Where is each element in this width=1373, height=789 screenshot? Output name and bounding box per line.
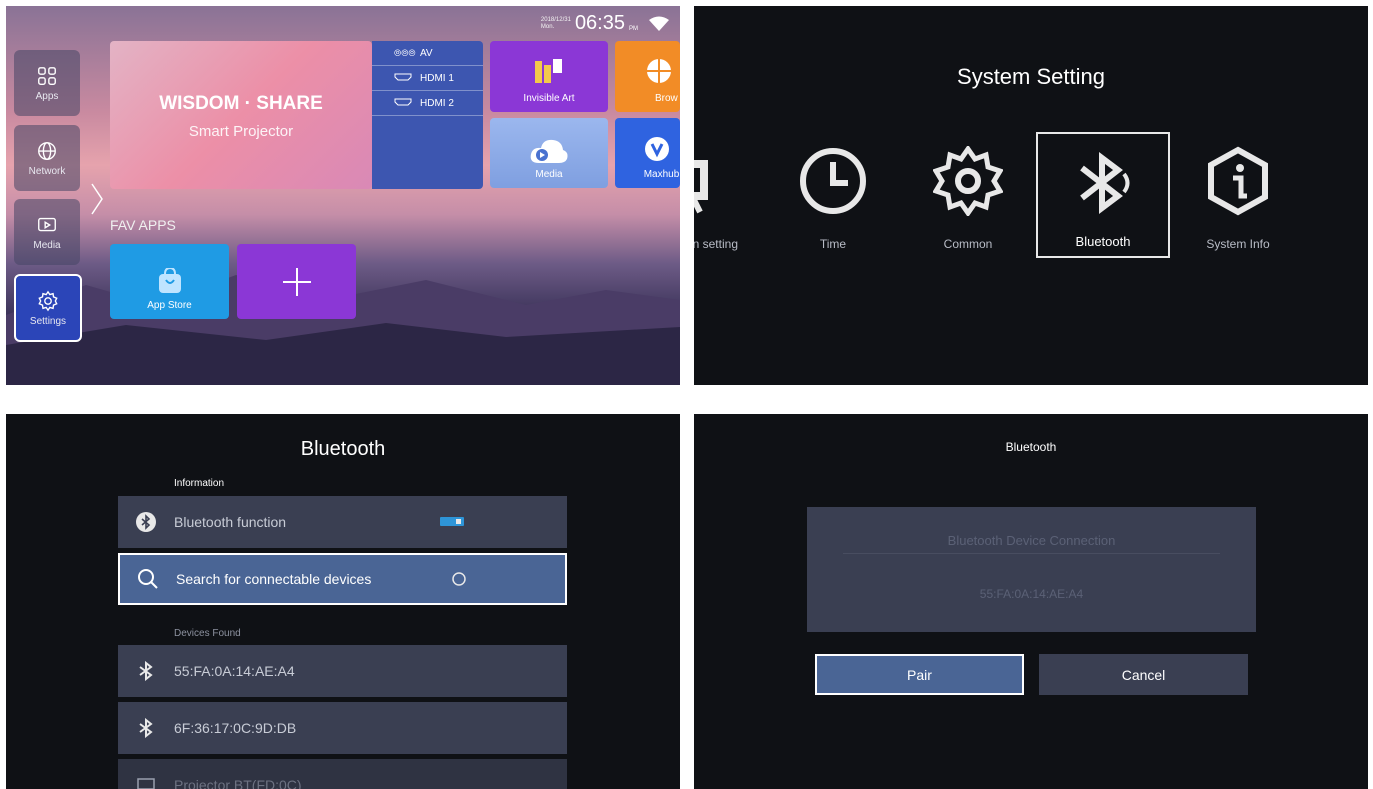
source-hdmi2[interactable]: HDMI 2 [372,91,483,116]
chevron-right-icon[interactable] [90,182,104,216]
maxhub-tile[interactable]: Maxhub [615,118,680,188]
sidebar-settings-button[interactable]: Settings [14,274,82,342]
bluetooth-setting-label: Bluetooth [1075,234,1131,249]
dialog-divider [843,553,1220,554]
device-connection-dialog: Bluetooth Device Connection 55:FA:0A:14:… [807,507,1256,632]
maxhub-label: Maxhub [643,169,680,180]
projection-setting-label: on setting [694,237,738,251]
common-setting-item[interactable]: Common [901,132,1035,258]
projector-icon [137,778,155,789]
clock-time: 06:35 [574,12,625,34]
loading-spinner-icon [452,572,466,586]
source-av[interactable]: ⦾⦾⦾ AV [372,41,483,66]
status-bar: 2018/12/31 Mon. 06:35 PM [541,12,670,35]
media-tile[interactable]: Media [490,118,608,188]
maxhub-icon [644,137,669,161]
sidebar-apps-button[interactable]: Apps [14,50,80,116]
source-hdmi1-label: HDMI 1 [420,72,454,84]
cloud-play-icon [530,139,568,163]
clock-ampm: PM [629,25,638,32]
sidebar-apps-label: Apps [35,90,59,102]
gear-icon [933,146,1003,216]
device-address: 55:FA:0A:14:AE:A4 [174,663,295,679]
date-text: 2018/12/31 [540,16,571,23]
globe-icon [38,141,56,160]
source-hdmi1[interactable]: HDMI 1 [372,66,483,91]
bluetooth-title: Bluetooth [300,438,386,460]
bluetooth-dialog-title: Bluetooth [1005,440,1057,454]
media-play-icon [38,217,56,231]
browser-label: Brow [655,93,678,104]
weekday-text: Mon. [540,23,555,30]
plus-icon [282,267,311,296]
sidebar-media-label: Media [33,239,61,251]
home-screen-panel: 2018/12/31 Mon. 06:35 PM Apps Network Me… [6,6,680,385]
browser-tile[interactable]: Brow [615,41,680,112]
bluetooth-icon [139,718,153,738]
info-icon [1208,146,1268,216]
pair-button[interactable]: Pair [815,654,1024,695]
sidebar-settings-label: Settings [29,315,67,327]
device-row[interactable]: 6F:36:17:0C:9D:DB [118,702,567,754]
bluetooth-list-panel: Bluetooth Information Bluetooth function… [6,414,680,789]
bluetooth-function-label: Bluetooth function [174,514,287,530]
system-info-label: System Info [1206,237,1270,251]
bluetooth-setting-item[interactable]: Bluetooth [1036,132,1170,258]
wifi-icon [649,16,669,31]
search-icon [138,569,158,589]
app-store-tile[interactable]: App Store [110,244,229,319]
invisible-art-label: Invisible Art [523,93,575,104]
search-devices-label: Search for connectable devices [176,571,372,587]
hero-title: WISDOM · SHARE [159,93,323,114]
projection-icon [694,160,708,214]
system-setting-panel: System Setting on setting Time Common Bl… [694,6,1368,385]
common-setting-label: Common [943,237,993,251]
system-info-item[interactable]: System Info [1171,132,1305,258]
time-setting-item[interactable]: Time [766,132,900,258]
clock-icon [800,148,866,214]
cancel-button[interactable]: Cancel [1039,654,1248,695]
av-ports-icon: ⦾⦾⦾ [394,47,416,58]
hdmi-icon [394,73,420,83]
hero-subtitle: Smart Projector [188,123,294,140]
media-tile-label: Media [535,169,563,180]
device-row[interactable]: 55:FA:0A:14:AE:A4 [118,645,567,697]
bluetooth-icon [139,661,153,681]
hero-banner[interactable]: WISDOM · SHARE Smart Projector [110,41,372,189]
sidebar-network-button[interactable]: Network [14,125,80,191]
devices-found-label: Devices Found [174,628,241,639]
shopping-bag-icon [158,268,181,293]
hdmi-icon [394,98,420,108]
sidebar-network-label: Network [28,165,66,177]
dialog-header: Bluetooth Device Connection [947,533,1116,548]
time-setting-label: Time [819,237,847,251]
date-display: 2018/12/31 Mon. [541,17,571,31]
device-address: Projector BT(FD:0C) [174,777,302,789]
input-sources-list: ⦾⦾⦾ AV HDMI 1 HDMI 2 [372,41,483,189]
invisible-art-tile[interactable]: Invisible Art [490,41,608,112]
sidebar-media-button[interactable]: Media [14,199,80,265]
add-app-button[interactable] [237,244,356,319]
bluetooth-icon [1080,152,1130,214]
fav-apps-heading: FAV APPS [110,217,176,233]
source-av-label: AV [420,47,433,59]
apps-grid-icon [38,66,56,85]
information-section-label: Information [174,478,225,489]
bluetooth-toggle[interactable] [440,517,464,526]
browser-icon [647,59,671,83]
source-hdmi2-label: HDMI 2 [420,97,454,109]
dialog-device-address: 55:FA:0A:14:AE:A4 [979,587,1084,601]
bluetooth-function-row[interactable]: Bluetooth function [118,496,567,548]
device-row[interactable]: Projector BT(FD:0C) [118,759,567,789]
invisible-art-icon [535,59,562,83]
bluetooth-pair-panel: Bluetooth Bluetooth Device Connection 55… [694,414,1368,789]
search-devices-row[interactable]: Search for connectable devices [118,553,567,605]
system-setting-title: System Setting [957,64,1105,89]
projection-setting-item[interactable]: on setting [694,132,768,258]
bluetooth-circle-icon [136,512,156,532]
device-address: 6F:36:17:0C:9D:DB [174,720,297,736]
app-store-label: App Store [147,300,192,311]
gear-icon [38,290,58,311]
